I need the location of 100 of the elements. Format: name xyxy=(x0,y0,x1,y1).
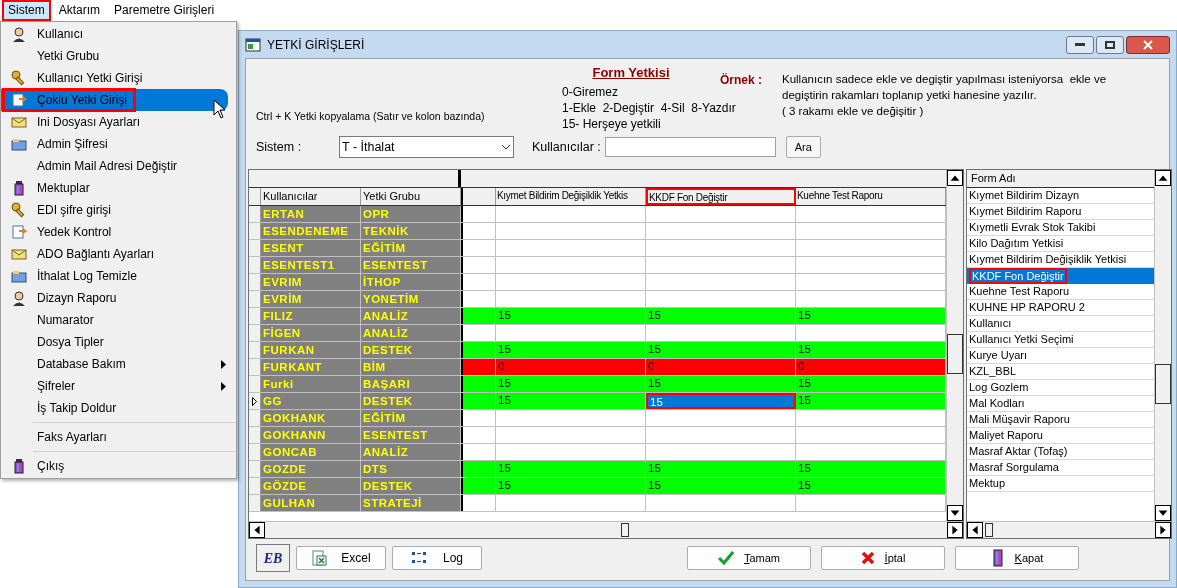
scrollbar-thumb[interactable] xyxy=(1155,364,1171,404)
table-cell: Furki xyxy=(261,376,361,392)
scroll-up-icon[interactable] xyxy=(947,170,963,186)
list-item[interactable]: Kıymet Bildirim Değişiklik Yetkisi xyxy=(967,252,1154,267)
list-item[interactable]: Masraf Sorgulama xyxy=(967,460,1154,475)
table-cell[interactable]: 15 xyxy=(646,478,796,494)
menu-item[interactable]: İş Takip Doldur xyxy=(1,397,236,419)
cancel-button[interactable]: İptal xyxy=(821,546,945,570)
users-field[interactable] xyxy=(604,137,776,157)
column-header[interactable]: Yetki Grubu xyxy=(361,188,461,205)
sistem-label: Sistem : xyxy=(256,138,303,156)
sistem-dropdown[interactable]: T - İthalat xyxy=(339,136,514,158)
menu-item[interactable]: Faks Ayarları xyxy=(1,426,236,448)
column-header[interactable]: Kullanıcılar xyxy=(261,188,361,205)
menu-item[interactable]: Şifreler xyxy=(1,375,236,397)
list-item[interactable]: Log Gozlem xyxy=(967,380,1154,395)
table-cell[interactable]: 15 xyxy=(646,308,796,324)
list-item[interactable]: Kilo Dağıtım Yetkisi xyxy=(967,236,1154,251)
list-header[interactable]: Form Adı xyxy=(967,170,1154,188)
scroll-right-icon[interactable] xyxy=(947,522,963,538)
menu-item[interactable]: ADO Bağlantı Ayarları xyxy=(1,243,236,265)
example-text: Kullanıcın sadece ekle ve degiştir yapılması isteniyorsa ekle ve xyxy=(782,72,1107,87)
spreadsheet-icon xyxy=(311,550,328,566)
table-cell: STRATEJİ xyxy=(361,495,461,511)
table-cell[interactable]: 15 xyxy=(646,376,796,392)
scrollbar[interactable] xyxy=(1154,170,1171,521)
table-cell: ESENT xyxy=(261,240,361,256)
scroll-right-icon[interactable] xyxy=(1155,522,1171,538)
log-button[interactable]: Log xyxy=(392,546,482,570)
table-cell[interactable]: 15 xyxy=(646,342,796,358)
ok-button[interactable]: Tamam xyxy=(687,546,811,570)
table-cell[interactable]: 15 xyxy=(496,308,646,324)
list-item[interactable]: KUHNE HP RAPORU 2 xyxy=(967,300,1154,315)
restore-button[interactable] xyxy=(1096,35,1124,54)
list-item[interactable]: KKDF Fon Değiştir xyxy=(967,268,1154,284)
scrollbar-thumb[interactable] xyxy=(985,523,993,537)
scroll-down-icon[interactable] xyxy=(947,505,963,521)
list-item[interactable]: Kuehne Test Raporu xyxy=(967,284,1154,299)
scrollbar[interactable] xyxy=(946,170,963,521)
menu-item[interactable]: Ini Dosyası Ayarları xyxy=(1,111,236,133)
logo-button[interactable]: EB xyxy=(256,544,290,572)
table-cell[interactable]: 15 xyxy=(496,461,646,477)
table-cell: EĞİTİM xyxy=(361,240,461,256)
list-item[interactable]: Maliyet Raporu xyxy=(967,428,1154,443)
excel-button[interactable]: Excel xyxy=(296,546,386,570)
list-item[interactable]: Kıymet Bildirim Raporu xyxy=(967,204,1154,219)
minimize-button[interactable] xyxy=(1066,35,1094,54)
scroll-up-icon[interactable] xyxy=(1155,170,1171,186)
list-item[interactable]: Kullanıcı Yetki Seçimi xyxy=(967,332,1154,347)
horizontal-scrollbar[interactable] xyxy=(249,521,963,538)
search-button[interactable]: Ara xyxy=(785,136,821,158)
menu-item[interactable]: Yedek Kontrol xyxy=(1,221,236,243)
scrollbar-thumb[interactable] xyxy=(947,334,963,374)
row-header[interactable] xyxy=(249,393,261,409)
current-row-icon xyxy=(252,396,257,406)
menu-item[interactable]: Dizayn Raporu xyxy=(1,287,236,309)
menu-item[interactable]: Mektuplar xyxy=(1,177,236,199)
menu-item[interactable]: Çoklu Yetki Girişi xyxy=(1,89,228,111)
table-cell[interactable]: 15 xyxy=(496,478,646,494)
scroll-down-icon[interactable] xyxy=(1155,505,1171,521)
submenu-arrow-icon xyxy=(221,381,226,391)
list-item[interactable]: Kıymetli Evrak Stok Takibi xyxy=(967,220,1154,235)
menu-item[interactable]: Çıkış xyxy=(1,455,236,477)
menu-item[interactable]: Dosya Tipler xyxy=(1,331,236,353)
table-cell[interactable]: 0 xyxy=(496,359,646,375)
list-item[interactable]: KZL_BBL xyxy=(967,364,1154,379)
column-header[interactable]: Kıymet Bildirim Değişiklik Yetkis xyxy=(496,188,646,205)
menu-item[interactable]: Kullanıcı xyxy=(1,23,236,45)
menu-item[interactable]: Admin Mail Adresi Değiştir xyxy=(1,155,236,177)
menu-item[interactable]: İthalat Log Temizle xyxy=(1,265,236,287)
scrollbar-thumb[interactable] xyxy=(621,523,629,537)
scroll-left-icon[interactable] xyxy=(249,522,265,538)
menu-item[interactable]: Database Bakım xyxy=(1,353,236,375)
menu-item[interactable]: Admin Şifresi xyxy=(1,133,236,155)
menu-item[interactable]: Aktarım xyxy=(52,0,107,21)
close-window-button[interactable]: Kapat xyxy=(955,546,1079,570)
list-item[interactable]: Mektup xyxy=(967,476,1154,491)
list-item[interactable]: Mali Müşavir Raporu xyxy=(967,412,1154,427)
table-cell[interactable]: 15 xyxy=(496,342,646,358)
list-item[interactable]: Mal Kodları xyxy=(967,396,1154,411)
scroll-left-icon[interactable] xyxy=(967,522,983,538)
menu-item[interactable]: Sistem xyxy=(2,0,51,21)
table-cell[interactable]: 0 xyxy=(646,359,796,375)
menu-item[interactable]: Kullanıcı Yetki Girişi xyxy=(1,67,236,89)
minimize-icon xyxy=(1075,42,1085,47)
close-button[interactable] xyxy=(1126,35,1170,54)
list-item[interactable]: Kurye Uyarı xyxy=(967,348,1154,363)
list-item[interactable]: Kullanıcı xyxy=(967,316,1154,331)
menu-item[interactable]: Numarator xyxy=(1,309,236,331)
horizontal-scrollbar[interactable] xyxy=(967,521,1171,538)
menu-item[interactable]: EDI şifre girişi xyxy=(1,199,236,221)
menu-item[interactable]: Yetki Grubu xyxy=(1,45,236,67)
list-item[interactable]: Masraf Aktar (Tofaş) xyxy=(967,444,1154,459)
table-cell[interactable]: 15 xyxy=(646,461,796,477)
table-cell[interactable]: 15 xyxy=(496,376,646,392)
menu-item[interactable]: Paremetre Girişleri xyxy=(108,0,221,21)
column-header[interactable]: KKDF Fon Değiştir xyxy=(646,188,796,205)
table-cell[interactable]: 15 xyxy=(646,393,796,409)
list-item[interactable]: Kıymet Bildirim Dizayn xyxy=(967,188,1154,203)
bottle-icon xyxy=(11,458,27,474)
